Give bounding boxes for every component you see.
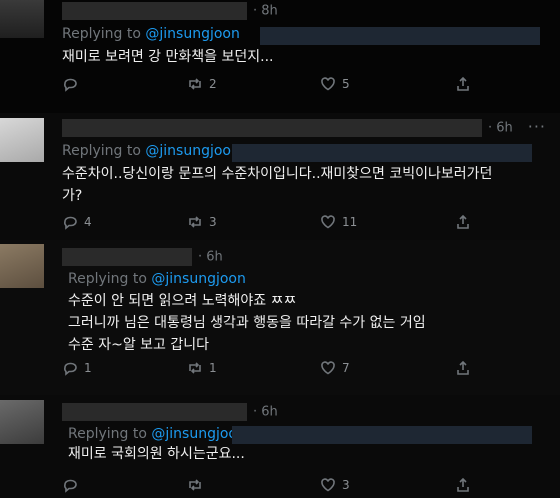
retweet-button[interactable]: 1 [187,360,217,376]
tweet-time[interactable]: 8h [261,4,278,19]
avatar[interactable] [0,0,44,38]
reply-handle-link[interactable]: @jinsungjoon [145,26,239,42]
tweet-text-line: 재미로 보려면 강 만화책을 보던지... [62,49,274,65]
heart-icon [321,361,335,375]
tweet-actions: 3 [62,477,542,497]
share-button[interactable] [455,360,471,376]
share-button[interactable] [455,214,471,230]
replying-to: Replying to @jinsungjoon [62,26,240,42]
tweet-text-line: 수준 자~알 보고 갑니다 [68,337,210,353]
redacted-other-handles [260,27,540,45]
tweet-reply[interactable]: · 8h Replying to @jinsungjoon 재미로 보려면 강 … [0,0,560,113]
tweet-reply[interactable]: · 6h ··· Replying to @jinsungjoon 수준차이..… [0,113,560,240]
reply-handle-link[interactable]: @jinsungjoon [145,143,239,159]
share-icon [457,214,469,229]
redacted-other-handles [232,426,532,444]
replying-to: Replying to @jinsungjoon [68,271,246,287]
tweet-text: 재미로 국회의원 하시는군요... [68,443,245,465]
retweet-icon [189,362,201,374]
reply-button[interactable] [62,76,84,92]
retweet-button[interactable] [187,477,209,493]
share-icon [457,477,469,492]
share-button[interactable] [455,76,471,92]
reply-button[interactable]: 4 [62,214,92,230]
share-icon [457,360,469,375]
reply-icon [64,479,77,493]
redacted-username [62,248,192,266]
heart-icon [321,77,335,91]
tweet-time[interactable]: 6h [496,121,513,136]
like-button[interactable]: 11 [320,214,357,230]
tweet-time[interactable]: 6h [261,405,278,420]
tweet-header: · 6h [62,248,223,266]
retweet-count: 2 [209,77,217,91]
like-button[interactable]: 5 [320,76,350,92]
like-button[interactable]: 3 [320,477,350,493]
redacted-username [62,2,247,20]
tweet-header: · 6h [62,119,513,137]
tweet-reply[interactable]: · 6h Replying to @jinsungjoon 수준이 안 되면 읽… [0,240,560,395]
tweet-time[interactable]: 6h [206,250,223,265]
retweet-icon [189,78,201,90]
tweet-actions: 2 5 [62,76,542,96]
share-button[interactable] [455,477,471,493]
more-icon[interactable]: ··· [528,117,546,136]
reply-button[interactable] [62,477,84,493]
replying-to-label: Replying to [68,426,147,442]
redacted-username [62,119,482,137]
retweet-button[interactable]: 3 [187,214,217,230]
tweet-text-line: 수준차이..당신이랑 문프의 수준차이입니다..재미찾으면 코빅이나보러가던 [62,166,493,182]
retweet-button[interactable]: 2 [187,76,217,92]
replying-to-label: Replying to [62,143,141,159]
avatar[interactable] [0,118,44,162]
reply-count: 1 [84,361,92,375]
redacted-username [62,403,247,421]
reply-button[interactable]: 1 [62,360,92,376]
replying-to: Replying to @jinsungjoon [62,143,240,159]
tweet-text: 재미로 보려면 강 만화책을 보던지... [62,46,273,68]
retweet-count: 3 [209,215,217,229]
replying-to-label: Replying to [62,26,141,42]
heart-icon [321,478,335,492]
tweet-header: · 8h [62,2,278,20]
like-count: 7 [342,361,350,375]
tweet-header: · 6h [62,403,278,421]
replying-to: Replying to @jinsungjoon [68,426,246,442]
tweet-actions: 1 1 7 [62,360,542,380]
like-count: 11 [342,215,358,229]
heart-icon [321,215,335,229]
like-count: 5 [342,77,350,91]
retweet-icon [189,216,201,228]
avatar[interactable] [0,244,44,288]
tweet-text-line: 재미로 국회의원 하시는군요... [68,446,245,462]
replying-to-label: Replying to [68,271,147,287]
reply-icon [64,216,77,230]
like-button[interactable]: 7 [320,360,350,376]
reply-handle-link[interactable]: @jinsungjoon [151,271,245,287]
retweet-count: 1 [209,361,217,375]
tweet-text-line: 수준이 안 되면 읽으려 노력해야죠 ㅉㅉ [68,293,297,309]
avatar[interactable] [0,400,44,444]
tweet-text: 수준차이..당신이랑 문프의 수준차이입니다..재미찾으면 코빅이나보러가던 가… [62,163,552,207]
like-count: 3 [342,478,350,492]
redacted-other-handles [232,144,532,162]
reply-count: 4 [84,215,92,229]
share-icon [457,76,469,91]
tweet-text: 수준이 안 되면 읽으려 노력해야죠 ㅉㅉ 그러니까 님은 대통령님 생각과 행… [68,290,426,356]
tweet-text-line: 가? [62,188,83,204]
tweet-reply[interactable]: · 6h Replying to @jinsungjoon 재미로 국회의원 하… [0,395,560,498]
tweet-actions: 4 3 11 [62,214,542,234]
reply-icon [64,362,77,376]
retweet-icon [189,479,201,491]
tweet-text-line: 그러니까 님은 대통령님 생각과 행동을 따라갈 수가 없는 거임 [68,315,426,331]
reply-icon [64,78,77,92]
